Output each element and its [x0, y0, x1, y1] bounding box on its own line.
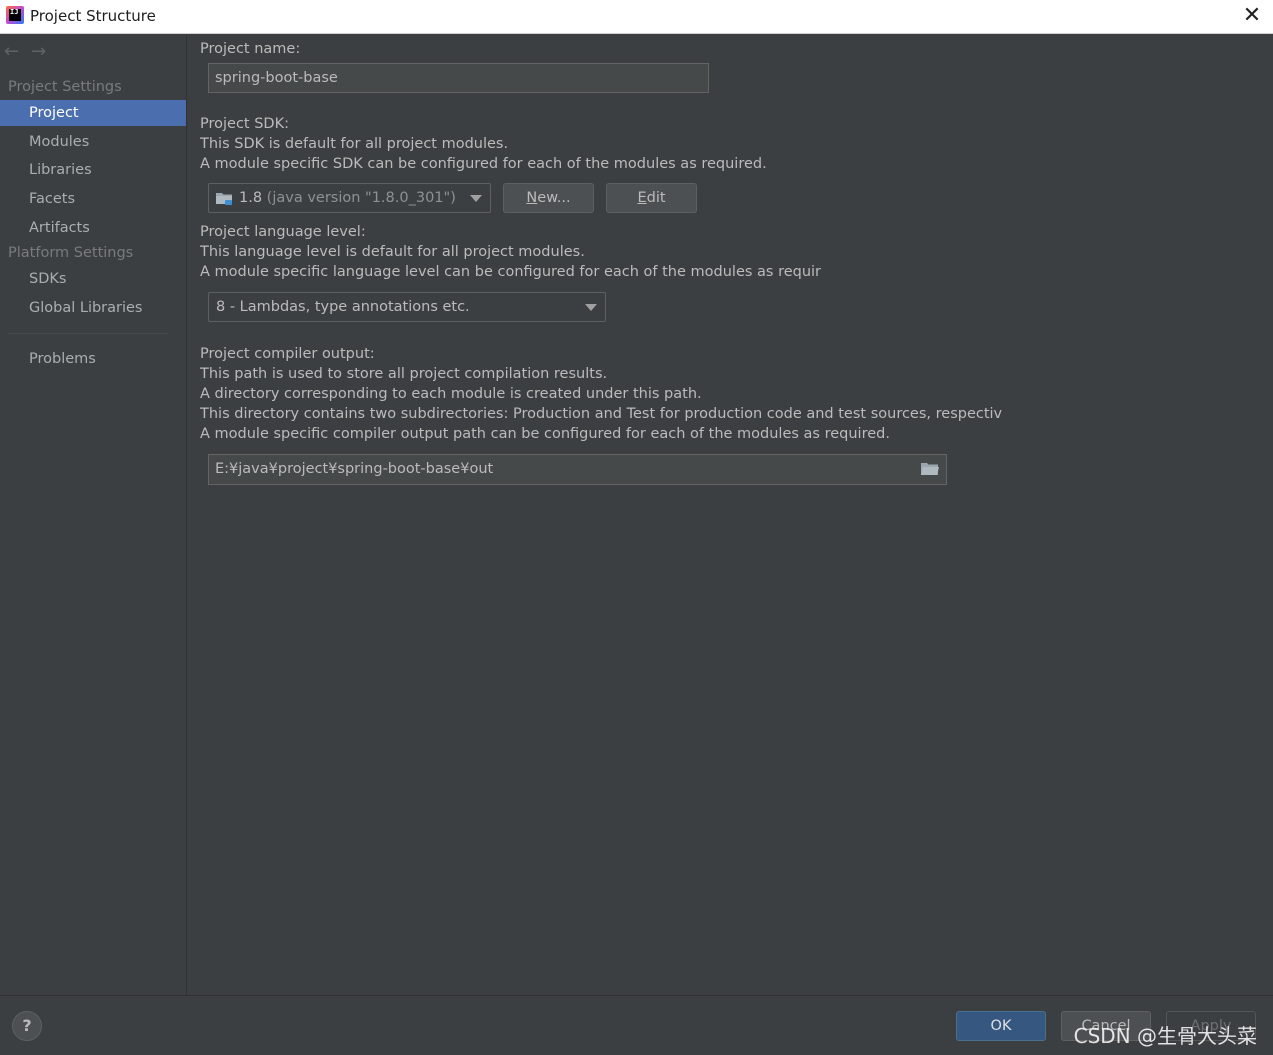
project-sdk-label: Project SDK: — [200, 116, 289, 132]
sidebar-item-libraries[interactable]: Libraries — [0, 157, 186, 183]
language-level-label: Project language level: — [200, 224, 366, 240]
bottom-bar: ? OK Cancel Apply CSDN @生骨大头菜 — [0, 995, 1273, 1055]
language-level-desc-2: A module specific language level can be … — [200, 264, 822, 280]
compiler-output-desc-4: A module specific compiler output path c… — [200, 426, 890, 442]
platform-settings-header: Platform Settings — [8, 245, 134, 261]
language-level-select-value: 8 - Lambdas, type annotations etc. — [216, 299, 470, 315]
browse-folder-icon[interactable] — [920, 461, 940, 477]
cancel-button[interactable]: Cancel — [1061, 1011, 1151, 1041]
sdk-select[interactable]: 1.8 (java version "1.8.0_301") — [208, 183, 491, 213]
title-bar: IJ Project Structure ✕ — [0, 0, 1273, 34]
sidebar-item-global-libraries[interactable]: Global Libraries — [0, 295, 186, 321]
compiler-output-desc-2: A directory corresponding to each module… — [200, 386, 702, 402]
sidebar-item-artifacts[interactable]: Artifacts — [0, 215, 186, 241]
dropdown-arrow-icon — [470, 195, 482, 202]
project-name-input[interactable]: spring-boot-base — [208, 63, 709, 93]
project-sdk-desc-2: A module specific SDK can be configured … — [200, 156, 767, 172]
dropdown-arrow-icon — [585, 304, 597, 311]
window-title: Project Structure — [30, 7, 156, 25]
sidebar: ←→ Project Settings Project Modules Libr… — [0, 35, 187, 995]
new-sdk-button[interactable]: New... — [503, 183, 594, 213]
folder-icon — [216, 193, 232, 205]
edit-sdk-button[interactable]: Edit — [606, 183, 697, 213]
sidebar-item-facets[interactable]: Facets — [0, 186, 186, 212]
project-settings-header: Project Settings — [8, 79, 122, 95]
nav-arrows: ←→ — [4, 41, 58, 62]
compiler-output-path-input[interactable]: E:¥java¥project¥spring-boot-base¥out — [208, 454, 947, 485]
sdk-select-value: 1.8 (java version "1.8.0_301") — [239, 190, 456, 206]
compiler-output-desc-1: This path is used to store all project c… — [200, 366, 608, 382]
ok-button[interactable]: OK — [956, 1011, 1046, 1041]
help-icon[interactable]: ? — [12, 1011, 42, 1041]
compiler-output-label: Project compiler output: — [200, 346, 375, 362]
compiler-output-path-value: E:¥java¥project¥spring-boot-base¥out — [215, 461, 494, 477]
sidebar-item-modules[interactable]: Modules — [0, 129, 186, 155]
sidebar-item-problems[interactable]: Problems — [0, 346, 186, 372]
sidebar-divider — [8, 333, 168, 334]
compiler-output-desc-3: This directory contains two subdirectori… — [200, 406, 1003, 422]
sidebar-item-sdks[interactable]: SDKs — [0, 266, 186, 292]
app-icon: IJ — [6, 6, 24, 24]
language-level-desc-1: This language level is default for all p… — [200, 244, 585, 260]
project-name-label: Project name: — [200, 41, 301, 57]
project-sdk-desc-1: This SDK is default for all project modu… — [200, 136, 509, 152]
language-level-select[interactable]: 8 - Lambdas, type annotations etc. — [208, 292, 606, 322]
close-icon[interactable]: ✕ — [1237, 2, 1267, 30]
sidebar-item-project[interactable]: Project — [0, 100, 186, 126]
main-content: Project name: spring-boot-base Project S… — [187, 35, 1273, 995]
back-arrow-icon[interactable]: ← — [4, 41, 31, 62]
apply-button[interactable]: Apply — [1166, 1011, 1256, 1041]
forward-arrow-icon[interactable]: → — [31, 41, 58, 62]
